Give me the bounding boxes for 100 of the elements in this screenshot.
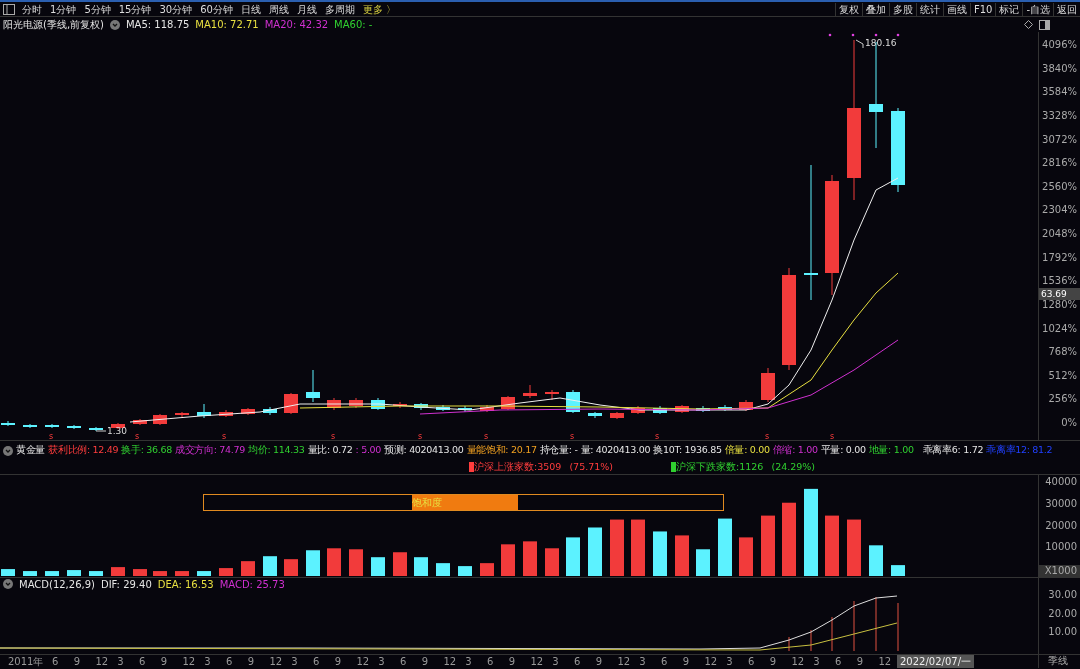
leader-line — [855, 39, 864, 49]
time-axis-label: 12 — [617, 655, 632, 668]
axis-label: 20000 — [1044, 519, 1078, 533]
chevron-circle-icon[interactable] — [3, 445, 13, 456]
period-tab[interactable]: 月线 — [292, 2, 321, 16]
toolbar-button[interactable]: 统计 — [915, 2, 943, 16]
signal-mark: s — [417, 432, 423, 440]
time-axis-label: 6 — [52, 655, 60, 668]
toolbar-button[interactable]: 叠加 — [861, 2, 889, 16]
time-axis-label: 6 — [748, 655, 756, 668]
axis-label: 2560% — [1041, 180, 1078, 193]
candlestick — [133, 418, 147, 426]
unit-label: X1000 — [1039, 565, 1080, 577]
time-axis-label: 9 — [595, 655, 604, 668]
signal-mark: s — [330, 432, 336, 440]
indicator-value: 倍缩: 1.00 — [772, 443, 818, 458]
axis-label: 3840% — [1041, 62, 1078, 75]
moving-average-label: MA60: - — [334, 18, 373, 32]
candlestick — [263, 406, 277, 416]
indicator-value: 倍量: 0.00 — [724, 443, 770, 458]
panel-toggle-icon[interactable] — [1039, 19, 1050, 30]
time-axis-label: 6 — [139, 655, 147, 668]
toolbar-button[interactable]: F10 — [969, 2, 996, 16]
period-tab[interactable]: 分时 — [18, 2, 46, 16]
candlestick — [1, 420, 15, 427]
moving-average-label: MA20: 42.32 — [264, 18, 329, 32]
candlestick — [675, 404, 689, 414]
period-tab[interactable]: 5分钟 — [80, 2, 115, 16]
period-label: 季线 — [1047, 655, 1069, 667]
candlestick — [175, 411, 189, 418]
indicator-value: 均价: 114.33 — [248, 443, 305, 458]
indicator-value: 获利比例: 12.49 — [48, 443, 119, 458]
candlestick — [414, 402, 428, 411]
toolbar-button[interactable]: 复权 — [834, 2, 862, 16]
axis-label: 2048% — [1041, 228, 1078, 240]
signal-mark: s — [829, 432, 835, 440]
time-axis-label: 9 — [160, 655, 169, 668]
candlestick — [219, 409, 233, 418]
cursor-date-label: 2022/02/07/一 — [897, 655, 974, 668]
axis-label: 10.00 — [1047, 626, 1078, 639]
period-tab[interactable]: 15分钟 — [114, 2, 156, 16]
axis-label: 30000 — [1044, 497, 1078, 511]
time-axis-label: 12 — [704, 655, 719, 668]
time-axis-label: 12 — [530, 655, 545, 668]
toolbar-button[interactable]: 画线 — [942, 2, 970, 16]
signal-mark: s — [654, 432, 660, 440]
candlestick — [284, 392, 298, 415]
candlestick — [523, 384, 537, 399]
time-axis-label: 3 — [291, 655, 299, 668]
more-link[interactable]: 更多 〉 — [358, 2, 401, 16]
signal-mark: s — [221, 432, 227, 440]
leader-line — [95, 430, 107, 432]
time-axis-label: 12 — [878, 655, 893, 668]
chevron-circle-icon[interactable] — [110, 19, 120, 30]
signal-mark: s — [569, 432, 575, 440]
time-axis-label: 6 — [313, 655, 321, 668]
candlestick — [153, 413, 167, 426]
period-tab[interactable]: 日线 — [236, 2, 265, 16]
diamond-icon[interactable] — [1024, 20, 1033, 29]
time-axis-label: 9 — [421, 655, 430, 668]
candlestick — [197, 403, 211, 419]
period-tab[interactable]: 60分钟 — [196, 2, 237, 16]
toolbar-button[interactable]: -自选 — [1022, 2, 1053, 16]
breadth-count: 沪深上涨家数:3509 — [474, 459, 562, 474]
chevron-circle-icon[interactable] — [3, 579, 13, 589]
axis-label: 3584% — [1041, 86, 1078, 99]
candlestick — [241, 407, 255, 416]
candlestick — [610, 411, 624, 420]
time-axis-label: 9 — [856, 655, 865, 668]
time-axis-label: 6 — [574, 655, 582, 668]
time-axis-label: 9 — [508, 655, 517, 668]
panel-toggle-icon[interactable] — [3, 3, 15, 15]
time-axis-label: 3 — [117, 655, 125, 668]
toolbar-button[interactable]: 返回 — [1053, 2, 1080, 16]
time-axis-label: 12 — [443, 655, 458, 668]
candlestick — [89, 426, 103, 432]
time-axis-label: 9 — [73, 655, 82, 668]
candlestick — [653, 405, 667, 415]
period-tab[interactable]: 1分钟 — [46, 2, 81, 16]
time-axis-label: 12 — [269, 655, 284, 668]
time-axis-label: 12 — [356, 655, 371, 668]
time-axis-label: 9 — [682, 655, 691, 668]
time-axis-label: 2011年 — [8, 655, 45, 668]
candlestick — [545, 389, 559, 401]
period-tab[interactable]: 多周期 — [320, 2, 359, 16]
time-axis-label: 3 — [378, 655, 386, 668]
candlestick — [436, 404, 450, 412]
time-axis-label: 3 — [726, 655, 734, 668]
period-tab[interactable]: 周线 — [264, 2, 293, 16]
candlestick — [306, 369, 320, 403]
indicator-value: 换手: 36.68 — [121, 443, 172, 458]
axis-label: 3072% — [1041, 133, 1078, 146]
axis-label: 1280% — [1041, 298, 1078, 311]
toolbar-button[interactable]: 标记 — [995, 2, 1023, 16]
moving-average-label: MA5: 118.75 — [126, 18, 190, 32]
time-axis-label: 12 — [791, 655, 806, 668]
breadth-count: 沪深下跌家数:1126 — [676, 459, 764, 474]
period-tab[interactable]: 30分钟 — [155, 2, 197, 16]
signal-mark: s — [764, 432, 770, 440]
toolbar-button[interactable]: 多股 — [888, 2, 916, 16]
